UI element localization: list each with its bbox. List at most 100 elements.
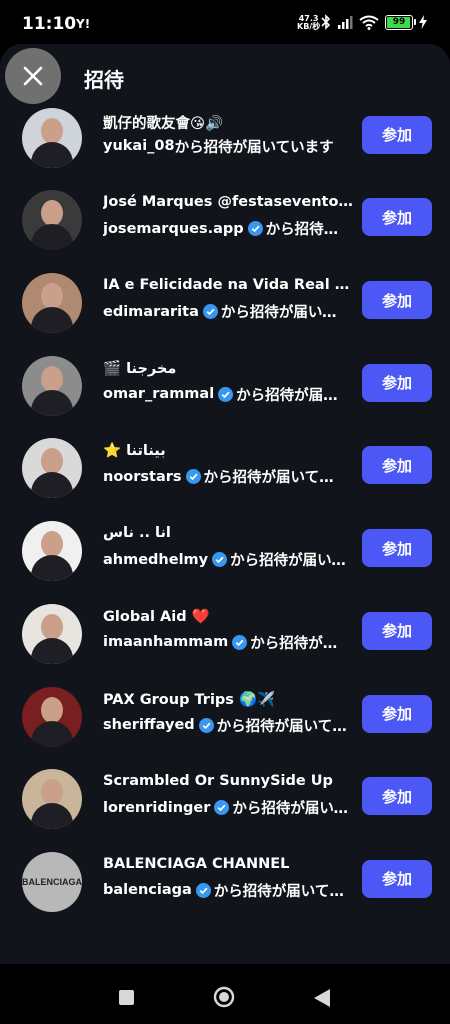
status-icons: 99 <box>321 14 427 30</box>
signal-icon <box>338 16 353 29</box>
invite-row: José Marques @festaseventostv josemarques… <box>0 180 450 263</box>
verified-badge-icon <box>214 800 230 816</box>
home-button[interactable] <box>213 986 235 1008</box>
invite-sender: yukai_08 から招待が届いています <box>103 136 348 157</box>
avatar[interactable] <box>22 190 82 251</box>
invite-sender: sheriffayed から招待が届いています <box>103 715 348 736</box>
invite-message: から招待が届いています <box>250 635 348 652</box>
back-button[interactable] <box>313 988 331 1008</box>
join-button[interactable]: 参加 <box>362 363 432 402</box>
sender-username: lorenridinger <box>103 799 211 816</box>
sender-username: yukai_08 <box>103 138 175 155</box>
verified-badge-icon <box>202 304 218 320</box>
room-name: 凱仔的歌友會😘🔊 <box>103 115 224 132</box>
invite-sender: lorenridinger から招待が届いています <box>103 797 348 818</box>
invite-sender: josemarques.app から招待が届いています <box>103 218 348 239</box>
invite-list: amrdiabから招待が届いています参加凱仔的歌友會😘🔊yukai_08から招待… <box>0 44 450 925</box>
sender-username: edimararita <box>103 303 199 320</box>
room-name: José Marques @festaseventostv <box>103 194 353 211</box>
carrier-label: Y! <box>76 17 91 31</box>
sender-username: balenciaga <box>103 882 192 899</box>
avatar-logo-text: BALENCIAGA <box>22 876 82 887</box>
invite-message: から招待が届いています <box>220 305 348 322</box>
join-button[interactable]: 参加 <box>362 281 432 320</box>
battery-level: 99 <box>392 17 406 27</box>
invite-sender: balenciaga から招待が届いています <box>103 880 348 901</box>
system-nav-bar <box>0 964 450 1024</box>
join-button[interactable]: 参加 <box>362 115 432 154</box>
page-title: 招待 <box>84 68 124 92</box>
join-button[interactable]: 参加 <box>362 529 432 568</box>
status-time: 11:10 <box>22 14 77 34</box>
close-icon <box>23 66 43 86</box>
invite-row: Global Aid ❤️ imaanhammam から招待が届いています参加 <box>0 594 450 677</box>
verified-badge-icon <box>232 634 248 650</box>
sender-username: noorstars <box>103 468 182 485</box>
sender-username: sheriffayed <box>103 717 195 733</box>
invite-row: 凱仔的歌友會😘🔊 yukai_08 から招待が届いています 参加 <box>0 98 450 181</box>
network-speed: 47.3 KB/秒 <box>297 15 320 31</box>
invite-row: ⭐ بيناتنا noorstars から招待が届いています 参加 <box>0 428 450 511</box>
join-button[interactable]: 参加 <box>362 198 432 237</box>
wifi-icon <box>359 15 379 30</box>
avatar[interactable] <box>22 686 82 747</box>
avatar[interactable]: BALENCIAGA <box>22 851 82 912</box>
verified-badge-icon <box>212 552 228 568</box>
verified-badge-icon <box>218 386 234 402</box>
room-name: ⭐ بيناتنا <box>103 443 166 460</box>
bluetooth-icon <box>321 14 331 30</box>
sender-username: imaanhammam <box>103 634 229 651</box>
invite-sender: ahmedhelmy から招待が届いています <box>103 549 348 570</box>
invite-row: 🎬 مخرجنا omar_rammal から招待が届いています参加 <box>0 346 450 429</box>
recent-apps-button[interactable] <box>119 990 134 1005</box>
room-name: IA e Felicidade na Vida Real | 40+ <box>103 277 353 294</box>
sender-username: omar_rammal <box>103 386 215 403</box>
invites-sheet: 招待 amrdiabから招待が届いています参加凱仔的歌友會😘🔊yukai_08か… <box>0 44 450 964</box>
invite-message: から招待が届いています <box>265 222 348 239</box>
join-button[interactable]: 参加 <box>362 859 432 898</box>
battery-icon: 99 <box>385 14 416 30</box>
invite-sender: imaanhammam から招待が届いています <box>103 632 348 653</box>
join-button[interactable]: 参加 <box>362 694 432 733</box>
network-speed-unit: KB/秒 <box>297 22 321 31</box>
sheet-header: 招待 <box>0 44 450 108</box>
invite-row: BALENCIAGA BALENCIAGA CHANNEL balenciaga から… <box>0 842 450 925</box>
invite-sender: noorstars から招待が届いています <box>103 466 348 487</box>
avatar[interactable] <box>22 769 82 830</box>
invite-message: から招待が届いています <box>236 387 348 404</box>
invite-message: から招待が届いています <box>216 718 348 735</box>
invite-sender: omar_rammal から招待が届いています <box>103 384 348 405</box>
avatar[interactable] <box>22 603 82 664</box>
invite-sender: edimararita から招待が届いています <box>103 301 348 322</box>
invite-message: から招待が届いています <box>203 470 348 487</box>
verified-badge-icon <box>247 221 263 237</box>
invite-row: انا .. ناس ahmedhelmy から招待が届いています参加 <box>0 511 450 594</box>
join-button[interactable]: 参加 <box>362 777 432 816</box>
join-button[interactable]: 参加 <box>362 446 432 485</box>
invite-row: Scrambled Or SunnySide Up lorenridinger から… <box>0 759 450 842</box>
avatar[interactable] <box>22 438 82 499</box>
room-name: BALENCIAGA CHANNEL <box>103 855 290 872</box>
sender-username: ahmedhelmy <box>103 551 209 568</box>
close-button[interactable] <box>5 48 61 104</box>
avatar[interactable] <box>22 521 82 582</box>
room-name: 🎬 مخرجنا <box>103 360 177 377</box>
invite-message: から招待が届いています <box>213 883 348 900</box>
invite-message: から招待が届いています <box>174 139 334 156</box>
verified-badge-icon <box>195 882 211 898</box>
invite-row: PAX Group Trips 🌍✈️ sheriffayed から招待が届いていま… <box>0 677 450 760</box>
room-name: Global Aid ❤️ <box>103 608 210 625</box>
avatar[interactable] <box>22 355 82 416</box>
invite-row: IA e Felicidade na Vida Real | 40+ edimar… <box>0 263 450 346</box>
avatar[interactable] <box>22 273 82 334</box>
sender-username: josemarques.app <box>103 220 244 237</box>
verified-badge-icon <box>198 717 214 733</box>
invite-message: から招待が届いています <box>232 801 348 818</box>
room-name: Scrambled Or SunnySide Up <box>103 773 333 790</box>
room-name: PAX Group Trips 🌍✈️ <box>103 691 276 708</box>
join-button[interactable]: 参加 <box>362 611 432 650</box>
charging-icon <box>419 15 427 29</box>
room-name: انا .. ناس <box>103 525 171 542</box>
avatar[interactable] <box>22 107 82 168</box>
invite-message: から招待が届いています <box>230 553 348 570</box>
